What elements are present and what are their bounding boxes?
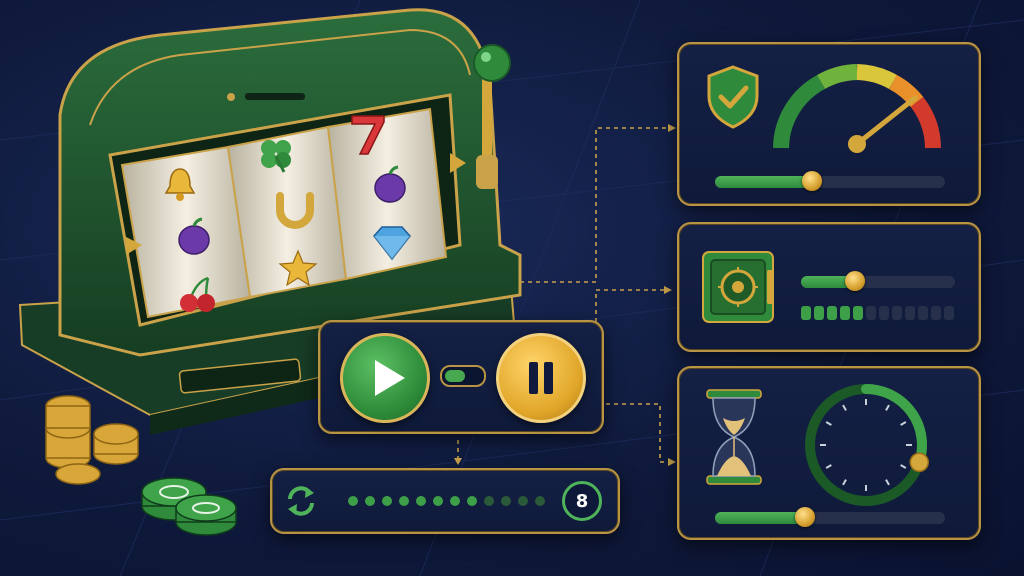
shield-check-icon xyxy=(707,65,759,129)
clover-icon xyxy=(256,134,296,178)
spin-dot xyxy=(467,496,477,506)
hourglass-icon xyxy=(706,389,762,485)
seven-icon xyxy=(348,112,388,160)
gold-coins-icon xyxy=(45,395,139,485)
spin-control-panel xyxy=(318,320,604,434)
deposit-segment xyxy=(866,306,876,320)
pause-icon xyxy=(529,362,553,394)
deposit-segment xyxy=(944,306,954,320)
deposit-segment xyxy=(801,306,811,320)
deposit-segment xyxy=(840,306,850,320)
play-icon xyxy=(375,360,405,396)
speedometer-icon xyxy=(773,64,941,153)
bell-icon xyxy=(163,166,197,206)
limit-slider-knob[interactable] xyxy=(801,171,822,191)
deposit-slider-knob[interactable] xyxy=(844,271,865,291)
spin-dot xyxy=(433,496,443,506)
deposit-segment xyxy=(931,306,941,320)
plum-icon xyxy=(176,216,212,260)
deposit-segment xyxy=(853,306,863,320)
star-icon xyxy=(276,248,320,292)
cherries-icon xyxy=(176,274,220,318)
limit-slider-fill xyxy=(715,176,812,188)
limit-slider[interactable] xyxy=(715,171,945,191)
timer-dial-icon xyxy=(805,384,930,506)
deposit-segment xyxy=(918,306,928,320)
casino-chips-icon xyxy=(141,477,237,536)
spin-dot xyxy=(535,496,545,506)
toggle-thumb xyxy=(445,370,465,382)
pause-button[interactable] xyxy=(496,333,586,423)
safe-icon xyxy=(702,251,774,323)
spin-dot xyxy=(450,496,460,506)
time-slider-knob[interactable] xyxy=(794,507,815,527)
deposit-segment xyxy=(905,306,915,320)
spin-dot xyxy=(382,496,392,506)
deposit-segment xyxy=(827,306,837,320)
deposit-segment xyxy=(814,306,824,320)
deposit-segment xyxy=(892,306,902,320)
spin-count-badge: 8 xyxy=(562,481,602,521)
spin-dot xyxy=(365,496,375,506)
time-slider-fill xyxy=(715,512,805,524)
spin-counter-bar: 8 xyxy=(270,468,620,534)
deposit-segment-meter xyxy=(801,306,961,320)
time-panel xyxy=(677,366,981,540)
spin-dot xyxy=(399,496,409,506)
deposit-segment xyxy=(879,306,889,320)
limit-panel xyxy=(677,42,981,206)
plum-icon xyxy=(372,164,408,208)
spin-dot xyxy=(501,496,511,506)
spin-dot xyxy=(518,496,528,506)
deposit-panel xyxy=(677,222,981,352)
spin-dot xyxy=(416,496,426,506)
play-button[interactable] xyxy=(340,333,430,423)
deposit-slider[interactable] xyxy=(801,271,955,291)
spin-dot xyxy=(348,496,358,506)
horseshoe-icon xyxy=(272,188,318,238)
refresh-icon[interactable] xyxy=(284,484,318,518)
spin-dot xyxy=(484,496,494,506)
diamond-icon xyxy=(370,224,414,266)
autoplay-toggle[interactable] xyxy=(440,365,486,387)
time-slider[interactable] xyxy=(715,507,945,527)
